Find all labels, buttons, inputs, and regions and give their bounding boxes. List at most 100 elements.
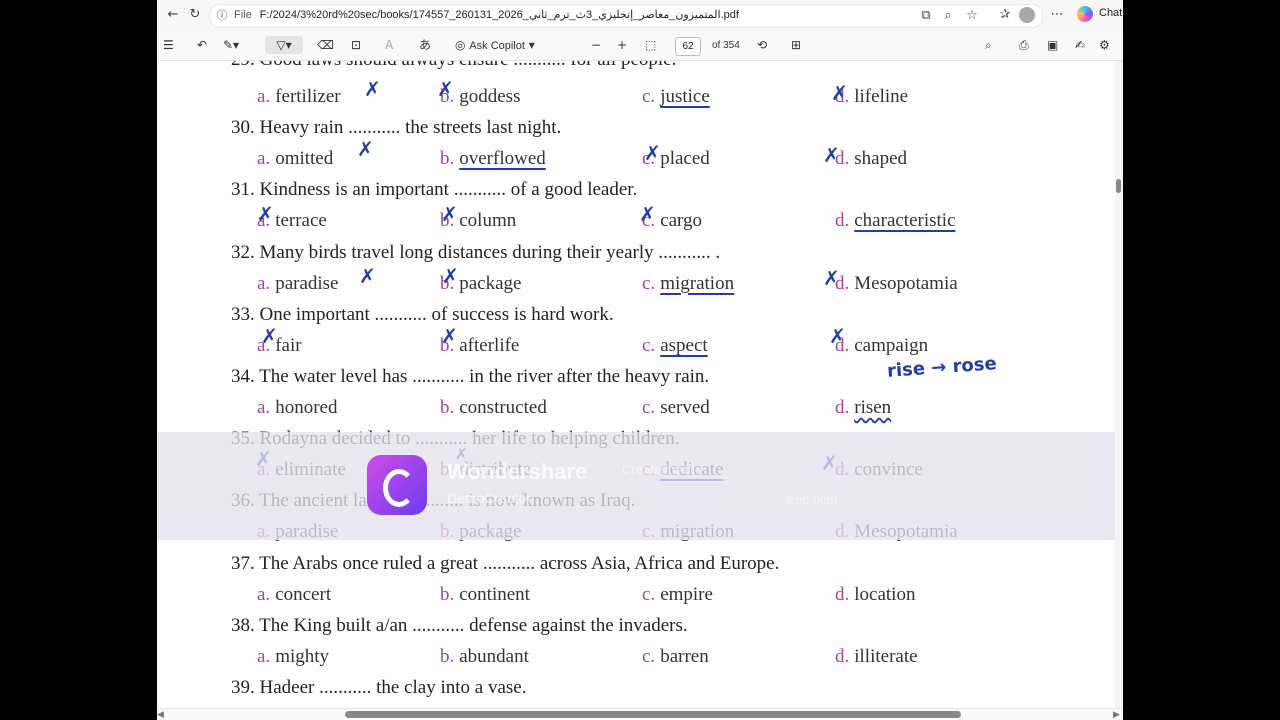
cross-mark: ✗ — [644, 141, 661, 165]
option-letter: b. — [440, 645, 455, 667]
zoom-out-button[interactable]: − — [591, 36, 601, 54]
option-text: barren — [660, 645, 709, 667]
font-icon[interactable]: A — [385, 36, 393, 54]
settings-icon[interactable]: ⚙ — [1099, 36, 1110, 54]
search-icon[interactable]: ⌕ — [985, 36, 992, 54]
read-aloud-icon[interactable]: ⧉ — [916, 6, 936, 26]
answer-option: b. constructed — [440, 397, 547, 419]
option-letter: a. — [257, 397, 271, 418]
option-text: aspect — [660, 334, 708, 356]
save-as-icon[interactable]: ✍ — [1075, 36, 1085, 54]
cross-mark: ✗ — [261, 324, 278, 348]
avatar[interactable] — [1019, 7, 1035, 23]
more-icon[interactable]: ⋯ — [1047, 5, 1067, 25]
question-text: 30. Heavy rain ........... the streets l… — [231, 117, 562, 139]
info-icon[interactable]: ⓘ — [212, 6, 232, 26]
text-icon[interactable]: ⊡ — [351, 36, 361, 54]
scroll-left-icon[interactable]: ◀ — [157, 709, 164, 720]
option-text: mighty — [275, 645, 330, 667]
translate-icon[interactable]: あ — [419, 36, 431, 54]
option-letter: b. — [440, 397, 455, 418]
scroll-thumb[interactable] — [1116, 179, 1121, 193]
option-letter: d. — [835, 583, 850, 605]
horizontal-scrollbar[interactable]: ◀ ▶ — [157, 708, 1123, 720]
question-text: 34. The water level has ........... in t… — [231, 366, 710, 387]
cross-mark: ✗ — [829, 324, 846, 348]
watermark-banner: Wondershare DemoCreator Created with fre… — [157, 432, 1123, 540]
question-text: 31. Kindness is an important ...........… — [231, 179, 638, 201]
scroll-right-icon[interactable]: ▶ — [1113, 709, 1120, 720]
watermark-brand: Wondershare — [447, 459, 588, 484]
option-text: migration — [660, 272, 735, 294]
cut-off-question: 29. Good laws should always ensure .....… — [231, 61, 676, 71]
eraser-icon[interactable]: ⌫ — [317, 36, 334, 54]
cross-mark: ✗ — [831, 81, 848, 105]
url-text: F:/2024/3%20rd%20sec/books/174557_260131… — [259, 9, 739, 21]
option-text: campaign — [854, 334, 929, 356]
option-text: shaped — [854, 148, 908, 170]
question-text: 38. The King built a/an ........... defe… — [231, 614, 688, 636]
answer-option: d. illiterate — [835, 646, 918, 668]
option-letter: a. — [257, 645, 271, 667]
page-view-icon[interactable]: ⊞ — [791, 36, 801, 54]
option-letter: d. — [835, 210, 850, 232]
option-letter: b. — [440, 148, 455, 170]
option-text: paradise — [275, 272, 339, 294]
print-icon[interactable]: ⎙ — [1019, 36, 1029, 54]
option-text: served — [660, 397, 710, 418]
fit-icon[interactable]: ⬚ — [645, 36, 656, 54]
option-text: terrace — [275, 210, 327, 232]
undo-icon[interactable]: ↶ — [197, 36, 207, 54]
option-text: cargo — [660, 210, 703, 232]
zoom-in-button[interactable]: + — [617, 36, 627, 54]
vertical-scrollbar[interactable] — [1115, 61, 1123, 709]
handwritten-note: rise → rose — [886, 353, 998, 382]
option-text: overflowed — [459, 148, 546, 170]
option-text: abundant — [459, 645, 529, 667]
answer-option: c. empire — [642, 584, 713, 606]
option-text: location — [854, 583, 916, 605]
answer-option: d. location — [835, 584, 915, 606]
zoom-icon[interactable]: ⌕ — [938, 6, 958, 26]
save-icon[interactable]: ▣ — [1047, 36, 1058, 54]
answer-option: d. characteristic — [835, 210, 956, 232]
cross-mark: ✗ — [441, 202, 458, 226]
pdf-page: 29. Good laws should always ensure .....… — [157, 61, 1117, 709]
refresh-icon[interactable]: ↻ — [185, 5, 205, 25]
chat-button[interactable]: Chat — [1099, 7, 1122, 19]
option-text: illiterate — [854, 645, 918, 667]
watermark-free: free plan — [787, 492, 838, 507]
browser-window: ← ↻ ⓘ File F:/2024/3%20rd%20sec/books/174… — [157, 0, 1123, 720]
page-count: of 354 — [712, 40, 740, 51]
answer-option: a. fertilizer — [257, 86, 341, 108]
copilot-icon[interactable] — [1077, 6, 1093, 22]
option-text: risen — [854, 397, 892, 418]
question-text: 32. Many birds travel long distances dur… — [231, 241, 721, 263]
rotate-icon[interactable]: ⟲ — [757, 36, 767, 54]
contents-icon[interactable]: ☰ — [163, 36, 174, 54]
option-text: concert — [275, 583, 332, 605]
highlight-icon[interactable]: ✎▾ — [223, 36, 239, 54]
option-text: justice — [660, 86, 710, 107]
page-number-input[interactable]: 62 — [675, 37, 701, 56]
cross-mark: ✗ — [441, 324, 458, 348]
scroll-thumb[interactable] — [345, 711, 961, 718]
answer-option: c. barren — [642, 646, 709, 668]
option-text: placed — [660, 148, 710, 170]
ask-copilot-button[interactable]: ◎ Ask Copilot ▾ — [455, 36, 535, 54]
favorite-icon[interactable]: ☆ — [962, 6, 982, 26]
draw-icon[interactable]: ▽▾ — [265, 36, 303, 54]
question-text: 33. One important ........... of success… — [231, 303, 614, 325]
back-icon[interactable]: ← — [163, 5, 183, 25]
option-letter: a. — [257, 86, 271, 107]
url-prefix: File — [234, 9, 252, 21]
watermark-side: Created with — [622, 462, 695, 477]
option-text: empire — [660, 583, 713, 605]
answer-option: c. justice — [642, 86, 710, 108]
url-field[interactable]: ⓘ File F:/2024/3%20rd%20sec/books/174557_… — [209, 4, 1043, 28]
cross-mark: ✗ — [442, 264, 459, 288]
favorites-icon[interactable]: ✰ — [995, 5, 1015, 25]
cross-mark: ✗ — [639, 202, 656, 226]
answer-option: b. abundant — [440, 646, 529, 668]
option-letter: c. — [642, 272, 656, 294]
